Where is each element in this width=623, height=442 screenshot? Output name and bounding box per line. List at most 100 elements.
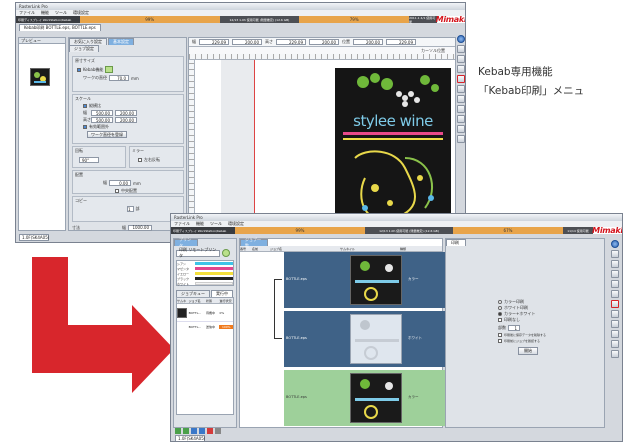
kebab-print-tool-icon[interactable] [611,300,619,308]
kebab-tool-icon[interactable] [457,75,465,83]
dims-width-input[interactable]: 1000.00 [128,224,152,231]
job-list-panel: ジョブ一覧 番号 名前 ジョブ名 サムネイル 種類 BOTTLE.eps BOT… [239,237,500,428]
ruler-position-input-2[interactable]: 229.09 [386,39,416,45]
thumb-art-icon-2 [355,379,399,419]
option-color-white-radio[interactable] [498,312,502,316]
height-percent-input[interactable]: 200.00 [115,117,137,123]
stop-icon[interactable] [199,428,205,434]
tab-job-settings[interactable]: ジョブ設定 [69,45,99,52]
ruler-height-input-1[interactable]: 229.09 [276,39,306,45]
print-copies-input[interactable]: 1 [508,325,520,331]
bottom-tool-icon-2[interactable] [611,260,619,268]
tool-icon-6[interactable] [457,105,465,113]
delete-icon[interactable] [215,428,221,434]
bottom-tool-icon-3[interactable] [611,270,619,278]
rotate-group: 回転 90° [72,146,126,168]
ruler-width-input-2[interactable]: 200.00 [232,39,262,45]
tool-icon-3[interactable] [457,65,465,73]
delete-after-label: 印刷後に保存データを削除する [504,333,547,337]
job-row-3-kind: カラー [408,395,419,399]
job-thumb-color-2 [350,373,402,423]
center-checkbox[interactable] [115,189,119,193]
annotation-line-1: Kebab専用機能 [478,66,553,78]
fit-label: 有効範囲外 [89,124,109,129]
option-white-radio[interactable] [498,306,502,310]
tool-icon-2[interactable] [457,55,465,63]
zoom-tool-icon[interactable] [457,35,465,43]
delete-after-check[interactable] [498,333,502,337]
print-panel: 印刷 カラー印刷 ホワイト印刷 カラー+ホワイト 印刷なし 部数 1 印刷後に保… [445,238,605,428]
top-preview-header: プレビュー [19,38,65,44]
height-input[interactable]: 500.00 [91,117,113,123]
annotation-line-2: 「Kebab印刷」メニュ [478,85,585,97]
printer-status-icon [222,249,230,257]
ruler-position-input-1[interactable]: 200.00 [353,39,383,45]
fit-checkbox[interactable] [83,125,87,129]
position-input[interactable]: 0.00 [109,180,131,186]
ruler-height-label: 高さ [265,39,273,44]
printer-tab[interactable]: プリンタ [174,237,198,248]
top-printer-status: 印刷ディスプレイ WorkStation/Kebab [16,16,80,23]
tool-icon-8[interactable] [457,125,465,133]
ruler-height-input-2[interactable]: 200.00 [309,39,339,45]
print-tab[interactable]: 印刷 [446,239,466,246]
kebab-checkbox[interactable] [77,67,81,72]
keep-ratio-checkbox[interactable] [83,104,87,108]
tool-icon-4[interactable] [457,85,465,93]
bottom-tool-icon-1[interactable] [611,250,619,258]
register-diameter-button[interactable]: ワーク直径を登録 [87,131,127,138]
option-none-check[interactable] [498,318,502,322]
top-job-thumbnail[interactable] [30,68,50,86]
bottom-zoom-tool-icon[interactable] [611,240,619,248]
confirm-before-check[interactable] [498,339,502,343]
tab-favorite-settings[interactable]: お気に入り設定 [69,38,107,45]
ruler-width-label: 幅 [192,39,196,44]
job-list-tab[interactable]: ジョブ一覧 [240,237,268,248]
tool-icon-9[interactable] [457,135,465,143]
job-row[interactable]: BOTTL... 送信中 100% [177,322,233,332]
printer-select[interactable]: 印刷 リモートプリンタ [176,247,220,258]
width-percent-input[interactable]: 200.00 [115,110,137,116]
tool-icon-1[interactable] [457,45,465,53]
play-icon[interactable] [175,428,181,434]
job-group-bracket [274,279,282,339]
ink-level-list: シアン マゼンタ イエロー ブラック ホワイト [176,260,234,286]
bottom-tool-icon-6[interactable] [611,310,619,318]
copies-input[interactable]: 1 [127,206,134,212]
play-all-icon[interactable] [183,428,189,434]
bottom-tool-icon-7[interactable] [611,320,619,328]
cancel-icon[interactable] [207,428,213,434]
bottom-tool-icon-8[interactable] [611,330,619,338]
copies-unit: 部 [135,206,140,211]
width-input[interactable]: 500.00 [91,110,113,116]
tool-icon-5[interactable] [457,95,465,103]
option-color-radio[interactable] [498,300,502,304]
bottom-tool-icon-10[interactable] [611,350,619,358]
tab-running[interactable]: 実行中 [211,290,233,297]
print-options: カラー印刷 ホワイト印刷 カラー+ホワイト 印刷なし 部数 1 印刷後に保存デー… [498,299,546,355]
bottom-window-tab[interactable]: 1.0F(SK4A05) [175,435,205,441]
mirror-checkbox[interactable] [138,158,142,162]
work-diameter-input[interactable]: 70.0 [109,75,129,81]
bottom-tool-icon-5[interactable] [611,290,619,298]
keep-ratio-label: 縦横比 [89,103,101,108]
kebab-size-group: 原寸サイズ Kebab機能 ワークの直径 70.0 mm [72,56,184,92]
tab-basic-settings[interactable]: 基本設定 [108,38,134,45]
job-row[interactable]: BOTTL... 待機中 0% [177,304,233,322]
pause-icon[interactable] [191,428,197,434]
rotate-select[interactable]: 90° [79,157,99,163]
bottom-tool-icon-9[interactable] [611,340,619,348]
tool-icon-7[interactable] [457,115,465,123]
tab-job-queue[interactable]: ジョブキュー [176,290,210,297]
ink-label-magenta: マゼンタ [177,266,190,271]
top-bottom-tab[interactable]: 1.0F(SK4A05) [19,234,49,241]
job-row-1-name: BOTTLE.eps [286,277,307,281]
dims-row: 寸法 幅 1000.00 [72,224,184,231]
bottom-tool-icon-4[interactable] [611,280,619,288]
artwork-image [343,73,443,221]
top-job-tab[interactable]: Kebab印刷 BOTTLE.eps, BOTTLE.eps [19,24,101,31]
thumbnail-art-icon [31,69,49,85]
ruler-width-input-1[interactable]: 229.09 [199,39,229,45]
bottom-window-title: RasterLink Pro [174,215,203,220]
start-print-button[interactable]: 開始 [518,347,538,355]
